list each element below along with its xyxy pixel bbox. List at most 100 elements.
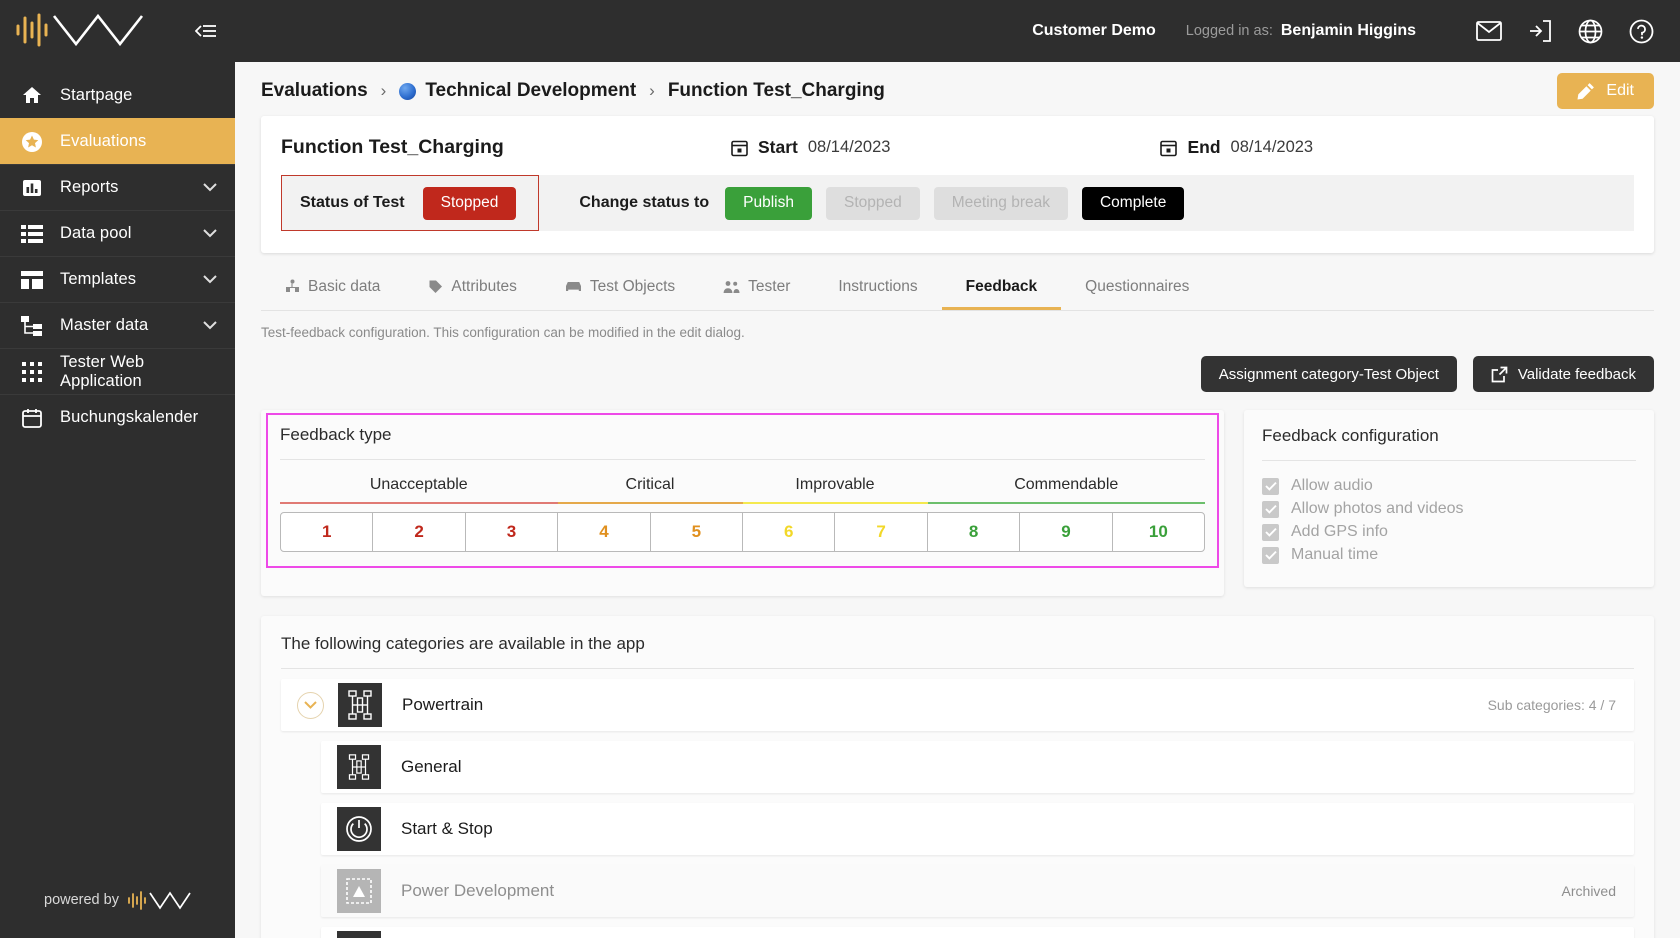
grid-apps-icon [20,361,44,382]
config-option-allow-photos-and-videos: Allow photos and videos [1262,498,1636,520]
external-link-icon [1491,366,1508,383]
sub-category-row[interactable]: Gear Shift [321,927,1634,938]
edit-button[interactable]: Edit [1557,73,1654,109]
checkbox-checked-icon [1262,477,1279,495]
edit-button-label: Edit [1606,82,1634,99]
sidebar-item-label: Evaluations [60,132,147,150]
people-icon [723,280,740,294]
tab-basic-data[interactable]: Basic data [261,266,404,310]
tab-label: Tester [748,277,791,295]
powertrain-icon [338,683,382,727]
feedback-score-3[interactable]: 3 [464,513,557,551]
feedback-configuration-title: Feedback configuration [1262,426,1439,445]
chevron-down-icon[interactable] [297,691,324,719]
feedback-score-6[interactable]: 6 [742,513,834,551]
sidebar-item-templates[interactable]: Templates [0,256,235,302]
tab-label: Attributes [451,277,517,295]
logged-in-label: Logged in as: [1185,23,1273,39]
sidebar-item-buchungskalender[interactable]: Buchungskalender [0,394,235,440]
help-icon[interactable] [1629,19,1654,44]
breadcrumb-root[interactable]: Evaluations [261,80,368,102]
page-content: Evaluations › Technical Development › Fu… [235,62,1680,938]
tag-icon [428,279,443,294]
chevron-down-icon [203,321,217,330]
breadcrumb: Evaluations › Technical Development › Fu… [235,62,1680,116]
mail-icon[interactable] [1476,20,1502,42]
tab-tester[interactable]: Tester [699,266,814,310]
status-bar: Status of Test Stopped Change status to … [281,175,1634,231]
change-status-buttons: Publish Stopped Meeting break Complete [725,186,1185,220]
config-option-add-gps-info: Add GPS info [1262,521,1636,543]
feedback-score-4[interactable]: 4 [557,513,649,551]
scale-group-critical: Critical [557,476,743,504]
tab-test-objects[interactable]: Test Objects [541,266,699,310]
scale-group-label: Critical [625,476,675,493]
basic-data-icon [285,279,300,294]
tab-questionnaires[interactable]: Questionnaires [1061,266,1213,310]
complete-button[interactable]: Complete [1081,186,1185,220]
powered-by: powered by [0,890,235,938]
publish-button[interactable]: Publish [725,186,812,220]
category-name: Powertrain [402,695,484,714]
tab-bar: Basic data Attributes Test Objects Teste… [261,267,1654,311]
feedback-score-9[interactable]: 9 [1019,513,1111,551]
config-option-allow-audio: Allow audio [1262,475,1636,497]
sidebar-item-startpage[interactable]: Startpage [0,72,235,118]
validate-feedback-button[interactable]: Validate feedback [1472,356,1654,392]
tab-attributes[interactable]: Attributes [404,266,540,310]
chevron-down-icon [203,183,217,192]
feedback-score-1[interactable]: 1 [281,513,372,551]
powered-by-logo-icon [127,890,197,910]
collapse-sidebar-icon[interactable] [195,22,217,40]
sidebar-item-data-pool[interactable]: Data pool [0,210,235,256]
scale-group-label: Commendable [1014,476,1119,493]
feedback-score-5[interactable]: 5 [649,513,742,551]
globe-icon[interactable] [1578,19,1603,44]
evaluation-header-card: Function Test_Charging Start 08/14/2023 … [261,116,1654,253]
sidebar-item-master-data[interactable]: Master data [0,302,235,348]
evaluation-header-line: Function Test_Charging Start 08/14/2023 … [281,136,1634,159]
topbar: Customer Demo Logged in as: Benjamin Hig… [235,0,1680,62]
status-of-test-box: Status of Test Stopped [281,175,540,231]
feedback-type-panel: Feedback type Unacceptable Critical Impr… [261,410,1224,596]
calendar-icon [1160,139,1178,157]
feedback-score-10[interactable]: 10 [1111,513,1204,551]
feedback-score-8[interactable]: 8 [926,513,1019,551]
sidebar-item-evaluations[interactable]: Evaluations [0,118,235,164]
sub-category-row[interactable]: Power Development Archived [321,865,1634,917]
calendar-icon [731,139,748,157]
end-label: End [1187,137,1221,157]
app-logo [14,13,162,48]
breadcrumb-project[interactable]: Technical Development [425,80,636,102]
feedback-type-title: Feedback type [280,425,392,444]
chevron-down-icon [203,275,217,284]
category-row-powertrain[interactable]: Powertrain Sub categories: 4 / 7 [281,679,1634,731]
sidebar-item-tester-web-application[interactable]: Tester Web Application [0,348,235,394]
tab-feedback[interactable]: Feedback [941,266,1062,310]
sidebar-item-label: Reports [60,178,119,196]
sub-category-row[interactable]: Start & Stop [321,803,1634,855]
sub-category-row[interactable]: General [321,741,1634,793]
logout-icon[interactable] [1528,19,1552,43]
assignment-category-test-object-button[interactable]: Assignment category-Test Object [1200,356,1457,392]
sidebar: Startpage Evaluations Reports Data pool … [0,0,235,938]
checkbox-checked-icon [1262,523,1279,541]
home-icon [20,85,44,105]
power-icon [337,807,381,851]
config-option-label: Add GPS info [1291,523,1388,540]
scale-group-improvable: Improvable [742,476,928,504]
validate-button-label: Validate feedback [1517,365,1636,383]
chevron-down-icon [203,229,217,238]
tab-label: Questionnaires [1085,277,1190,295]
feedback-score-7[interactable]: 7 [834,513,926,551]
tab-label: Feedback [965,277,1038,295]
feedback-scale-labels: Unacceptable Critical Improvable Commend… [280,476,1205,504]
layout-icon [20,270,44,289]
scale-group-label: Improvable [795,476,875,493]
feedback-score-2[interactable]: 2 [372,513,464,551]
breadcrumb-separator: › [380,81,387,100]
feedback-configuration-options: Allow audio Allow photos and videos Add … [1262,475,1636,566]
sidebar-item-reports[interactable]: Reports [0,164,235,210]
scale-group-commendable: Commendable [927,476,1205,504]
tab-instructions[interactable]: Instructions [814,266,941,310]
